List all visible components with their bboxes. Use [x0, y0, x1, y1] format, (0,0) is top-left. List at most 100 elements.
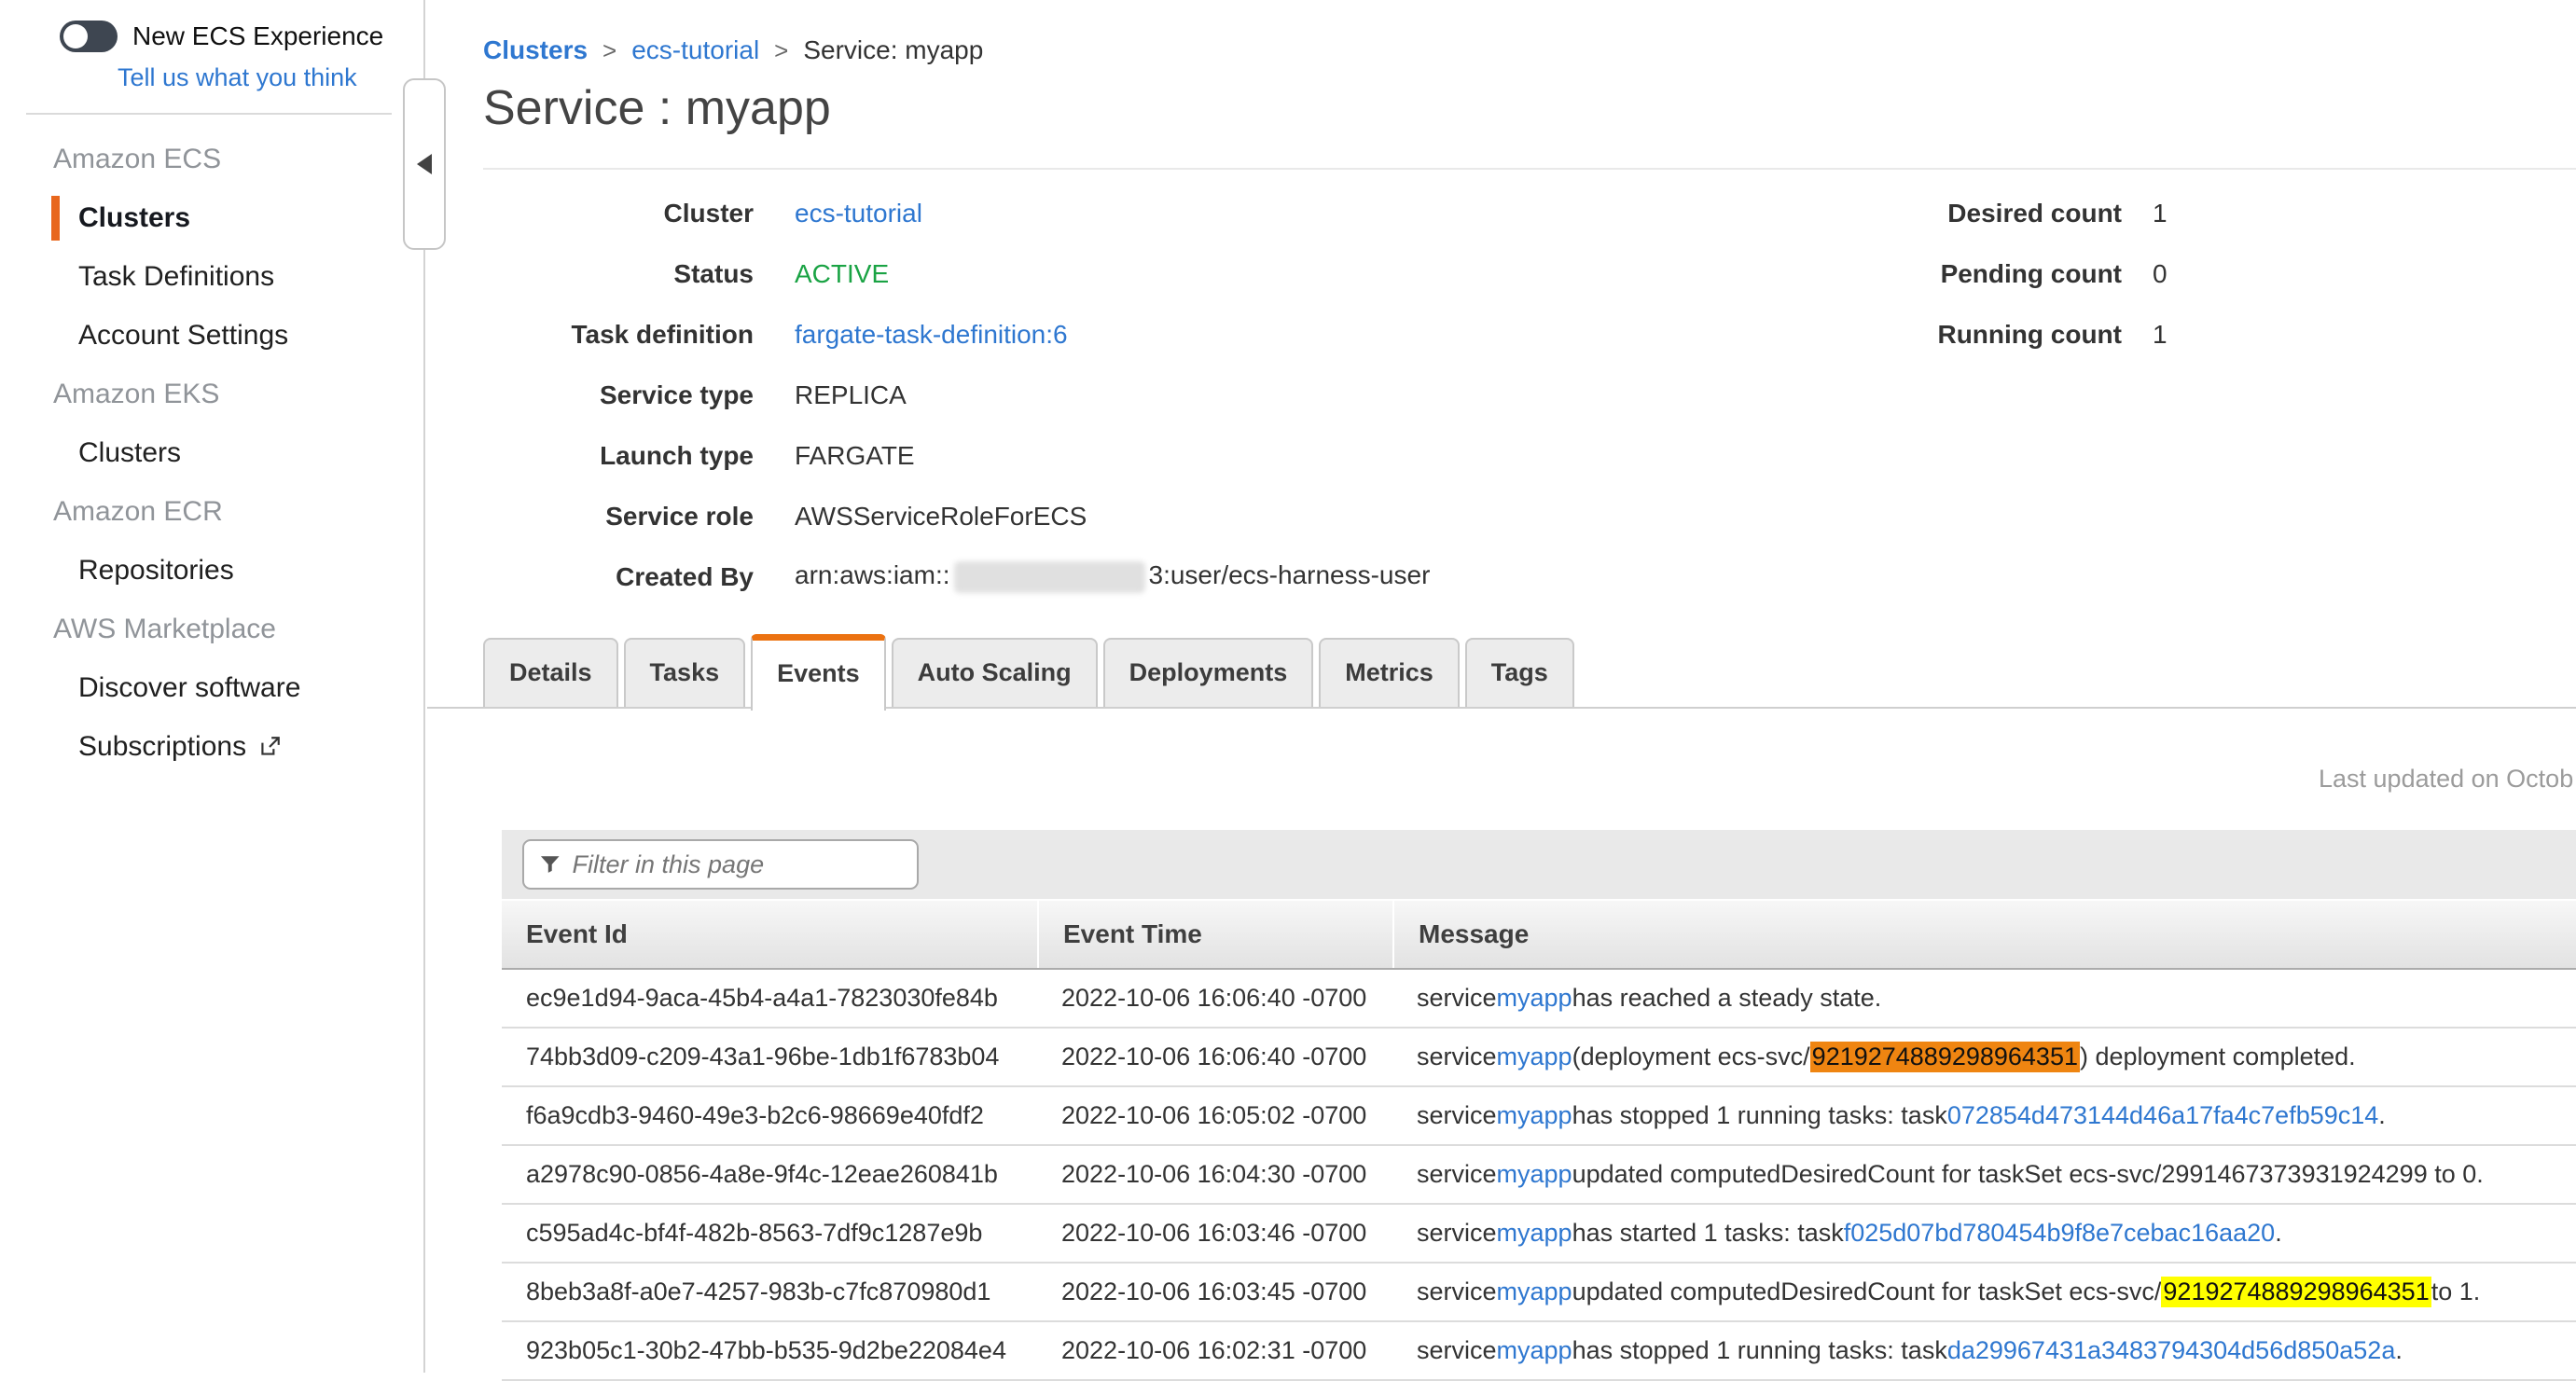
events-table: Event IdEvent TimeMessage ec9e1d94-9aca-… — [502, 830, 2576, 1381]
redacted-account-id — [954, 561, 1145, 593]
find-highlight: 9219274889298964351 — [2161, 1277, 2431, 1307]
detail-row-task-definition: Task definition fargate-task-definition:6 — [483, 304, 2576, 365]
detail-label: Created By — [483, 562, 754, 592]
cell-event-id: ec9e1d94-9aca-45b4-a4a1-7823030fe84b — [502, 970, 1037, 1027]
detail-row-created-by: Created By arn:aws:iam::3:user/ecs-harnes… — [483, 546, 2576, 607]
detail-row-service-role: Service roleAWSServiceRoleForECS — [483, 486, 2576, 546]
filter-funnel-icon — [539, 852, 561, 877]
inline-link[interactable]: myapp — [1497, 1219, 1572, 1248]
tab-details[interactable]: Details — [483, 638, 618, 707]
detail-label: Running count — [1854, 320, 2122, 350]
inline-link[interactable]: myapp — [1497, 1336, 1572, 1365]
sidebar-label: Repositories — [78, 555, 234, 587]
filter-input[interactable] — [571, 849, 903, 880]
detail-label: Task definition — [483, 320, 754, 350]
text-segment: FARGATE — [795, 441, 915, 470]
detail-value-pending-count: 0 — [2153, 259, 2167, 289]
table-body: ec9e1d94-9aca-45b4-a4a1-7823030fe84b2022… — [502, 970, 2576, 1381]
new-ecs-experience-toggle[interactable] — [60, 21, 118, 52]
detail-label: Cluster — [483, 199, 754, 228]
cell-event-time: 2022-10-06 16:05:02 -0700 — [1037, 1087, 1392, 1144]
cell-event-time: 2022-10-06 16:06:40 -0700 — [1037, 1029, 1392, 1085]
tab-tags[interactable]: Tags — [1465, 638, 1574, 707]
cell-event-id: c595ad4c-bf4f-482b-8563-7df9c1287e9b — [502, 1205, 1037, 1262]
breadcrumb-separator: > — [774, 36, 788, 64]
tab-metrics[interactable]: Metrics — [1319, 638, 1460, 707]
inline-link[interactable]: da29967431a3483794304d56d850a52a — [1947, 1336, 2396, 1365]
sidebar-label: AWS Marketplace — [53, 614, 276, 645]
tabs: DetailsTasksEventsAuto ScalingDeployment… — [483, 634, 1574, 711]
sidebar-item-clusters[interactable]: Clusters — [0, 423, 423, 482]
tab-auto-scaling[interactable]: Auto Scaling — [892, 638, 1098, 707]
tab-tasks[interactable]: Tasks — [624, 638, 746, 707]
sidebar-label: Discover software — [78, 672, 300, 704]
text-segment: updated computedDesiredCount for taskSet… — [1572, 1277, 2162, 1306]
sidebar-item-task-definitions[interactable]: Task Definitions — [0, 247, 423, 306]
chevron-left-icon — [417, 154, 432, 174]
sidebar-label: Account Settings — [78, 320, 288, 352]
column-header-event-time: Event Time — [1037, 901, 1392, 968]
tab-events[interactable]: Events — [751, 634, 886, 711]
inline-link[interactable]: myapp — [1497, 984, 1572, 1013]
inline-link[interactable]: myapp — [1497, 1160, 1572, 1189]
sidebar-item-clusters[interactable]: Clusters — [0, 188, 423, 247]
sidebar: New ECS Experience Tell us what you thin… — [0, 0, 425, 1373]
sidebar-label: Clusters — [78, 202, 190, 234]
text-segment: service — [1417, 1219, 1497, 1248]
cell-event-time: 2022-10-06 16:06:40 -0700 — [1037, 970, 1392, 1027]
breadcrumb: Clusters>ecs-tutorial>Service: myapp — [483, 35, 983, 65]
text-segment: 3:user/ecs-harness-user — [1149, 560, 1431, 589]
tab-deployments[interactable]: Deployments — [1103, 638, 1314, 707]
text-segment: service — [1417, 984, 1497, 1013]
sidebar-item-repositories[interactable]: Repositories — [0, 541, 423, 600]
tell-us-what-you-think-link[interactable]: Tell us what you think — [118, 63, 357, 92]
cell-message: service myapp has reached a steady state… — [1392, 970, 2576, 1027]
sidebar-collapse-button[interactable] — [403, 78, 446, 250]
sidebar-header-amazon-eks: Amazon EKS — [0, 365, 423, 423]
cell-event-id: 923b05c1-30b2-47bb-b535-9d2be22084e4 — [502, 1322, 1037, 1379]
column-header-message: Message — [1392, 901, 2576, 968]
cell-event-id: 8beb3a8f-a0e7-4257-983b-c7fc870980d1 — [502, 1264, 1037, 1320]
text-segment: service — [1417, 1277, 1497, 1306]
cell-event-time: 2022-10-06 16:03:46 -0700 — [1037, 1205, 1392, 1262]
text-segment: has stopped 1 running tasks: task — [1572, 1336, 1947, 1365]
inline-link[interactable]: f025d07bd780454b9f8e7cebac16aa20 — [1844, 1219, 2275, 1248]
cell-event-time: 2022-10-06 16:03:45 -0700 — [1037, 1264, 1392, 1320]
text-segment: service — [1417, 1101, 1497, 1130]
text-segment: (deployment ecs-svc/ — [1572, 1043, 1810, 1071]
column-header-event-id: Event Id — [502, 901, 1037, 968]
text-segment: arn:aws:iam:: — [795, 560, 950, 589]
text-segment: has reached a steady state. — [1572, 984, 1882, 1013]
inline-link[interactable]: ecs-tutorial — [795, 199, 922, 228]
sidebar-label: Amazon ECS — [53, 144, 221, 175]
table-row: 8beb3a8f-a0e7-4257-983b-c7fc870980d12022… — [502, 1264, 2576, 1322]
table-row: 74bb3d09-c209-43a1-96be-1db1f6783b042022… — [502, 1029, 2576, 1087]
inline-link[interactable]: myapp — [1497, 1277, 1572, 1306]
sidebar-item-account-settings[interactable]: Account Settings — [0, 306, 423, 365]
sidebar-label: Task Definitions — [78, 261, 274, 293]
sidebar-item-subscriptions[interactable]: Subscriptions — [0, 717, 423, 776]
inline-link[interactable]: myapp — [1497, 1101, 1572, 1130]
external-link-icon — [257, 735, 282, 759]
detail-value-desired-count: 1 — [2153, 199, 2167, 228]
new-ecs-experience-label: New ECS Experience — [132, 21, 383, 51]
sidebar-nav: Amazon ECS Clusters Task Definitions Accoun… — [0, 130, 423, 776]
text-segment: service — [1417, 1160, 1497, 1189]
cell-message: service myapp has started 1 tasks: task … — [1392, 1205, 2576, 1262]
main-content: Clusters>ecs-tutorial>Service: myapp Ser… — [427, 0, 2576, 1373]
inline-link[interactable]: myapp — [1497, 1043, 1572, 1071]
filter-bar — [502, 830, 2576, 899]
service-details-right-column: Desired count1Pending count0Running coun… — [1854, 183, 2167, 365]
sidebar-item-discover-software[interactable]: Discover software — [0, 658, 423, 717]
cell-event-id: f6a9cdb3-9460-49e3-b2c6-98669e40fdf2 — [502, 1087, 1037, 1144]
inline-link[interactable]: fargate-task-definition:6 — [795, 320, 1068, 349]
cell-event-time: 2022-10-06 16:02:31 -0700 — [1037, 1322, 1392, 1379]
cell-message: service myapp updated computedDesiredCou… — [1392, 1146, 2576, 1203]
breadcrumb-clusters[interactable]: Clusters — [483, 35, 588, 64]
breadcrumb-ecs-tutorial[interactable]: ecs-tutorial — [631, 35, 759, 64]
service-details: Clusterecs-tutorialStatusACTIVETask defi… — [483, 183, 2576, 607]
inline-link[interactable]: 072854d473144d46a17fa4c7efb59c14 — [1947, 1101, 2378, 1130]
sidebar-header-aws-marketplace: AWS Marketplace — [0, 600, 423, 658]
last-updated-text: Last updated on Octob — [2319, 765, 2573, 794]
detail-value-status: ACTIVE — [795, 259, 889, 289]
